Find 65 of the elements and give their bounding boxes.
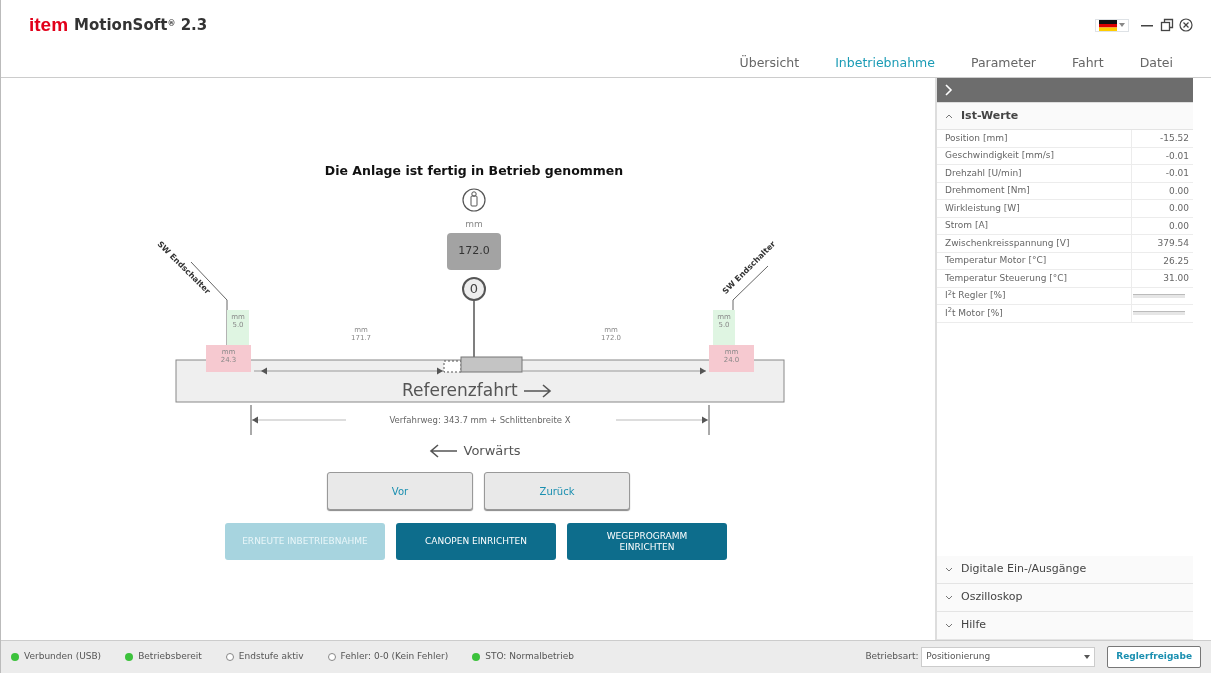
status-text: Verbunden (USB) [24,650,102,664]
value-label: Position [mm] [944,131,1009,145]
value-cell: 0.00 [1131,182,1193,199]
chevron-icon [945,622,953,629]
chevron-icon [945,594,953,601]
enable-button[interactable]: Reglerfreigabe [1107,646,1201,668]
value-cell: 0.00 [1131,200,1193,217]
status-text: Betriebsbereit [138,650,202,664]
value-label: Temperatur Motor [°C] [944,254,1048,267]
nav-tab[interactable]: Inbetriebnahme [817,50,953,77]
value-label: Wirkleistung [W] [944,201,1021,215]
sensor-icon [462,188,486,212]
action-button[interactable]: WEGEPROGRAMM EINRICHTEN [567,523,727,560]
status-text: Fehler: 0-0 (Kein Fehler) [340,650,449,664]
value-cell: 0.00 [1131,217,1193,234]
value-label: Temperatur Steuerung [°C] [944,271,1069,285]
mode-label: Betriebsart: [865,650,919,664]
close-icon[interactable] [1179,18,1193,32]
unit-label: mm [464,220,484,230]
language-dropdown[interactable] [1094,18,1129,32]
travel-label: Verfahrweg: 343.7 mm + Schlittenbreite X [388,414,572,427]
position-display: 172.0 [447,233,501,270]
jog-button[interactable]: Zurück [484,472,630,510]
restore-icon[interactable] [1159,18,1174,32]
value-cell: -0.01 [1131,147,1193,164]
nav-tab[interactable]: Übersicht [721,50,818,77]
nav-tab[interactable]: Parameter [952,50,1054,77]
diagram-title: Die Anlage ist fertig in Betrieb genommen [323,162,625,180]
value-label: Drehzahl [U/min] [944,166,1023,180]
direction-label: Vorwärts [463,442,521,460]
value-cell: 31.00 [1131,270,1193,287]
left-arrow-icon [428,443,458,458]
section-header[interactable]: Oszilloskop [937,584,1193,612]
value-cell: -15.52 [1131,130,1193,147]
flag-icon [1098,19,1117,31]
app-title: MotionSoft$^{®}$ 2.3 [74,14,208,36]
logo: item [29,12,69,37]
nav-tab[interactable]: Fahrt [1053,50,1122,77]
home-marker: 0 [462,277,486,301]
nav-tab[interactable]: Datei [1121,50,1191,77]
jog-button[interactable]: Vor [327,472,473,510]
value-cell: 379.54 [1131,235,1193,252]
section-header[interactable]: Hilfe [937,612,1193,640]
mode-dropdown[interactable]: Positionierung [921,647,1096,667]
value-cell: 26.25 [1131,252,1193,269]
value-cell: -0.01 [1131,165,1193,182]
value-label: Geschwindigkeit [mm/s] [944,149,1055,162]
chevron-icon [945,566,953,573]
motion-label: Referenzfahrt [402,379,518,402]
value-label: I$^{2}$t Motor [%] [944,306,1004,320]
collapse-icon [945,113,953,119]
caret-icon [1084,655,1091,659]
value-label: I$^{2}$t Regler [%] [944,289,1007,302]
value-label: Strom [A] [944,219,990,232]
action-button[interactable]: CANOPEN EINRICHTEN [396,523,556,560]
section-header[interactable]: Ist-Werte [937,102,1193,130]
position-line [473,300,475,359]
caret-icon [1119,23,1126,27]
section-header[interactable]: Digitale Ein-/Ausgänge [937,556,1193,584]
value-label: Zwischenkreisspannung [V] [944,236,1071,250]
value-label: Drehmoment [Nm] [944,184,1031,197]
status-text: STO: Normalbetrieb [485,650,575,664]
expand-icon[interactable] [945,84,953,96]
right-arrow-icon [523,383,554,398]
status-text: Endstufe aktiv [238,650,304,664]
